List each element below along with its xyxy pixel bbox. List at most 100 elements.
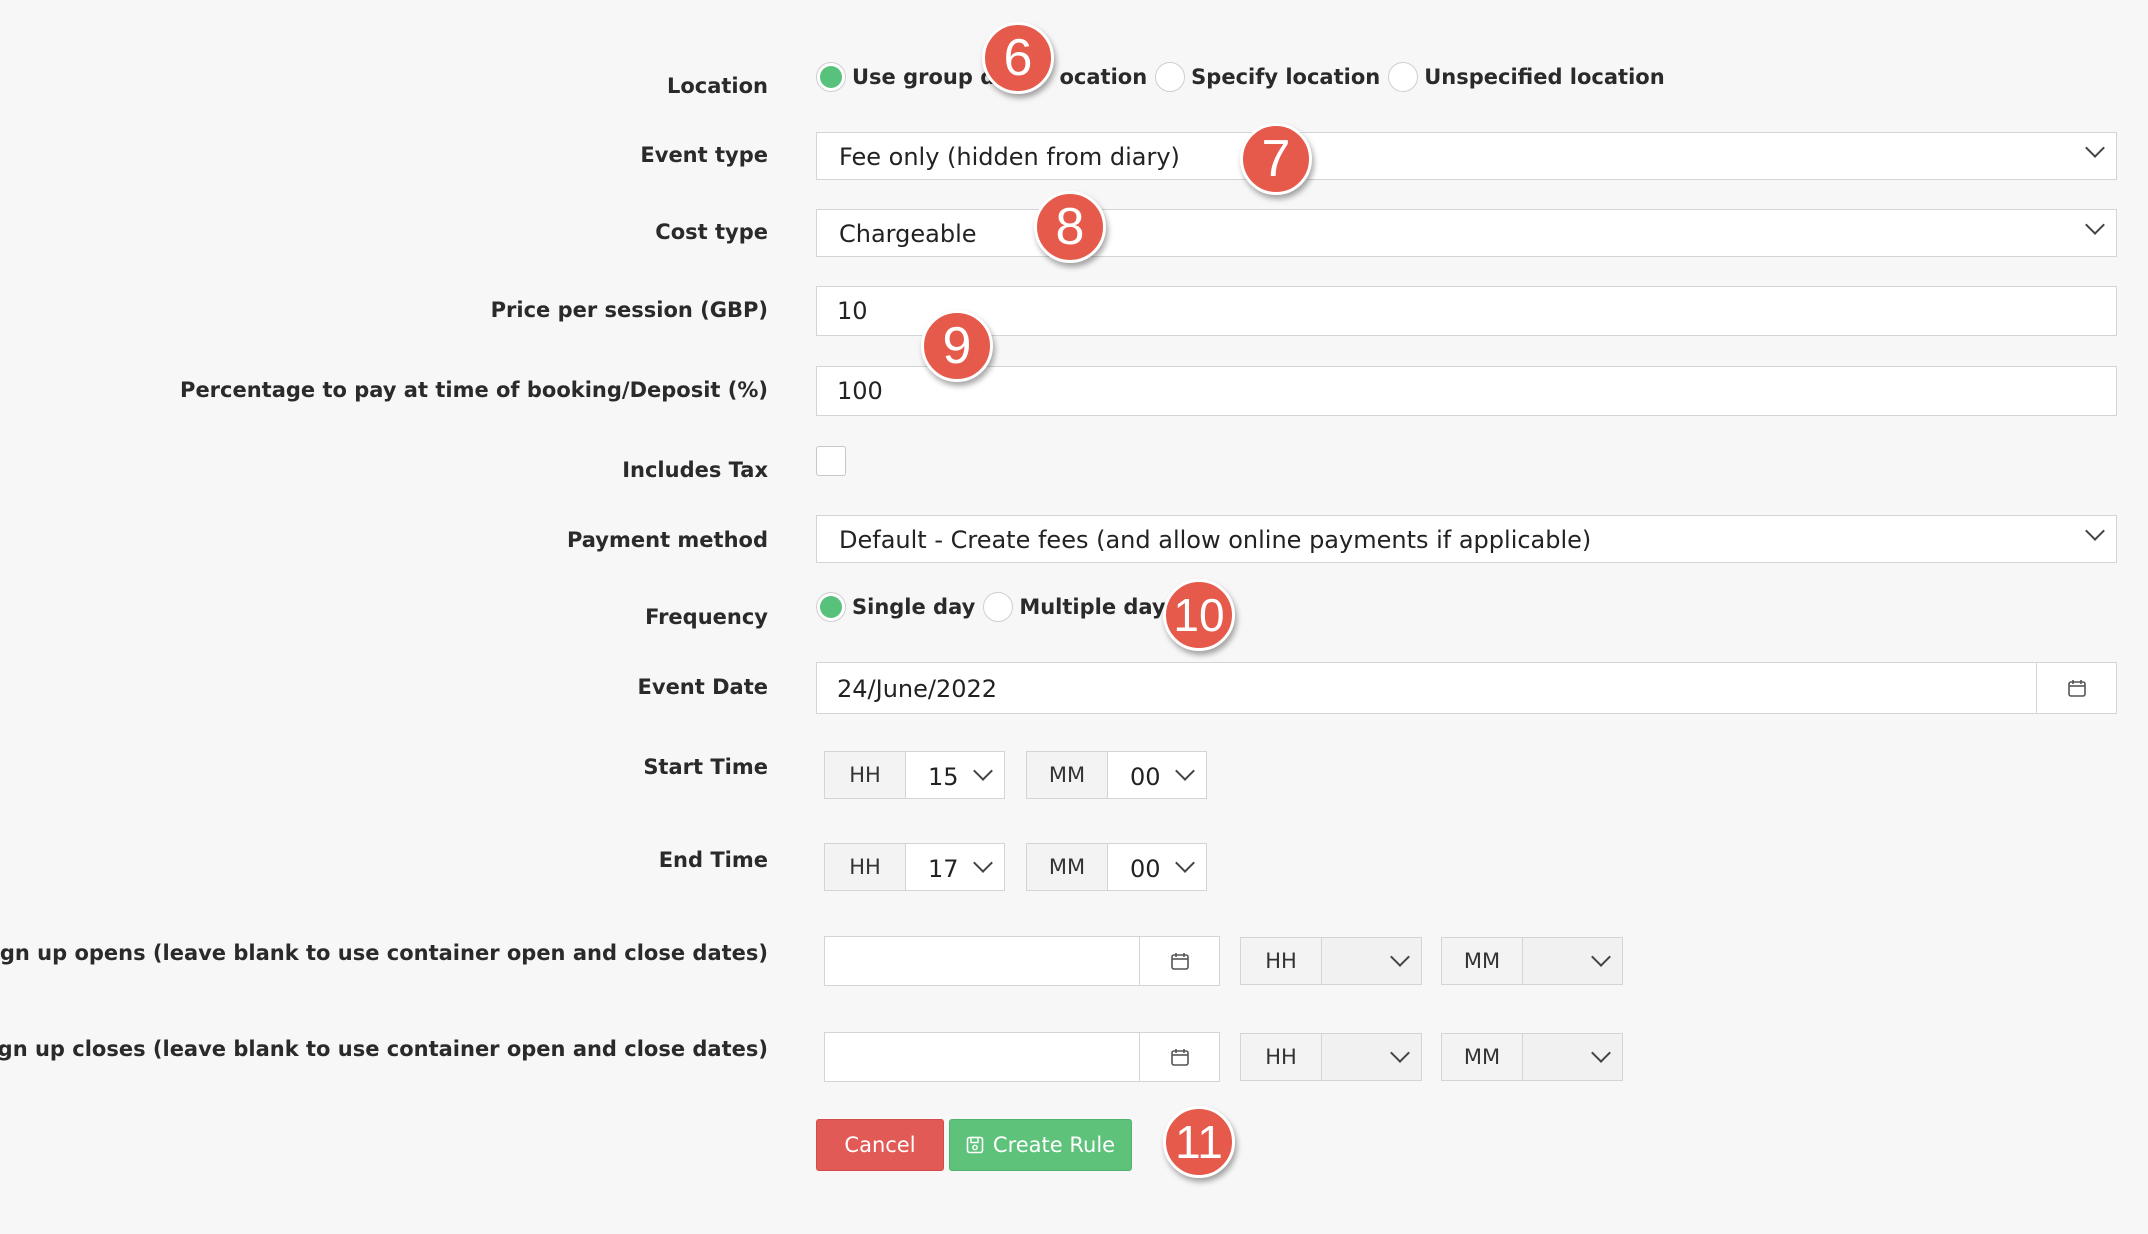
annotation-badge-11: 11 [1163,1106,1235,1178]
price-label: Price per session (GBP) [490,298,768,322]
event-date-value: 24/June/2022 [837,675,998,703]
signup-closes-hour-select[interactable] [1322,1034,1421,1080]
event-type-label: Event type [640,143,768,167]
annotation-badge-7: 7 [1240,123,1312,195]
chevron-down-icon [1591,1043,1611,1063]
percentage-input[interactable]: 100 [816,366,2117,416]
start-minute-value: 00 [1130,763,1161,791]
calendar-icon [2067,680,2086,697]
chevron-down-icon [1591,947,1611,967]
chevron-down-icon [973,761,993,781]
end-time-label: End Time [658,848,768,872]
end-minute-select[interactable]: 00 [1108,844,1206,890]
chevron-down-icon [1390,947,1410,967]
annotation-badge-10: 10 [1163,579,1235,651]
hour-prefix: HH [1241,938,1322,984]
chevron-down-icon [1175,853,1195,873]
calendar-icon [1170,1049,1189,1066]
chevron-down-icon [2085,138,2105,158]
frequency-label: Frequency [645,605,768,629]
signup-opens-date-input[interactable] [824,936,1220,986]
location-option-label: Unspecified location [1424,65,1665,89]
includes-tax-label: Includes Tax [622,458,768,482]
start-time-label: Start Time [643,755,768,779]
location-option-unspecified[interactable]: Unspecified location [1388,62,1665,92]
signup-closes-minute: MM [1441,1033,1623,1081]
event-date-label: Event Date [637,675,768,699]
cost-type-label: Cost type [655,220,768,244]
location-option-label-part2: ocation [1059,65,1148,89]
event-type-value: Fee only (hidden from diary) [839,143,1180,171]
chevron-down-icon [2085,521,2105,541]
signup-closes-label: Sign up closes (leave blank to use conta… [0,1037,768,1061]
radio-unselected[interactable] [1155,62,1186,92]
annotation-badge-8: 8 [1034,191,1106,263]
hour-prefix: HH [825,844,906,890]
location-radio-group: Use group de ocation Specify location Un… [816,62,1673,92]
start-minute-select[interactable]: 00 [1108,752,1206,798]
frequency-option-label: Multiple days [1019,595,1179,619]
location-label: Location [666,74,768,98]
hour-prefix: HH [1241,1034,1322,1080]
signup-opens-hour-select[interactable] [1322,938,1421,984]
create-rule-label: Create Rule [992,1133,1116,1157]
minute-prefix: MM [1027,752,1108,798]
hour-prefix: HH [825,752,906,798]
radio-unselected[interactable] [983,592,1014,622]
radio-selected[interactable] [816,62,846,92]
chevron-down-icon [1390,1043,1410,1063]
frequency-option-label: Single day [852,595,976,619]
signup-opens-minute: MM [1441,937,1623,985]
calendar-icon [1170,953,1189,970]
frequency-radio-group: Single day Multiple days [816,592,1186,622]
event-type-select[interactable]: Fee only (hidden from diary) [816,132,2117,180]
location-option-specify[interactable]: Specify location [1155,62,1380,92]
end-minute-value: 00 [1130,855,1161,883]
event-date-calendar-button[interactable] [2036,663,2116,713]
signup-closes-date-input[interactable] [824,1032,1220,1082]
start-hour-value: 15 [928,763,959,791]
percentage-label: Percentage to pay at time of booking/Dep… [180,378,768,402]
start-hour-select[interactable]: 15 [906,752,1004,798]
signup-opens-calendar-button[interactable] [1139,937,1219,985]
signup-closes-calendar-button[interactable] [1139,1033,1219,1081]
price-input[interactable]: 10 [816,286,2117,336]
frequency-option-single-day[interactable]: Single day [816,592,975,622]
save-icon [966,1136,984,1154]
minute-prefix: MM [1442,1034,1523,1080]
frequency-option-multiple-days[interactable]: Multiple days [983,592,1178,622]
payment-method-value: Default - Create fees (and allow online … [839,526,1592,554]
annotation-badge-9: 9 [921,310,993,382]
includes-tax-checkbox[interactable] [816,446,846,476]
signup-closes-hour: HH [1240,1033,1422,1081]
price-value: 10 [837,297,868,325]
chevron-down-icon [973,853,993,873]
payment-method-select[interactable]: Default - Create fees (and allow online … [816,515,2117,563]
end-time-minute: MM 00 [1026,843,1207,891]
signup-closes-minute-select[interactable] [1523,1034,1622,1080]
cost-type-value: Chargeable [839,220,977,248]
signup-opens-minute-select[interactable] [1523,938,1622,984]
annotation-badge-6: 6 [982,22,1054,94]
location-option-label: Specify location [1191,65,1381,89]
cost-type-select[interactable]: Chargeable [816,209,2117,257]
percentage-value: 100 [837,377,883,405]
end-hour-select[interactable]: 17 [906,844,1004,890]
signup-opens-hour: HH [1240,937,1422,985]
minute-prefix: MM [1027,844,1108,890]
start-time-hour: HH 15 [824,751,1005,799]
chevron-down-icon [2085,215,2105,235]
chevron-down-icon [1175,761,1195,781]
signup-opens-label: Sign up opens (leave blank to use contai… [0,941,768,965]
radio-selected[interactable] [816,592,846,622]
cancel-button[interactable]: Cancel [816,1119,944,1171]
location-option-group-default[interactable]: Use group de ocation [816,62,1147,92]
end-time-hour: HH 17 [824,843,1005,891]
radio-unselected[interactable] [1388,62,1419,92]
payment-method-label: Payment method [566,528,768,552]
start-time-minute: MM 00 [1026,751,1207,799]
end-hour-value: 17 [928,855,959,883]
event-date-input[interactable]: 24/June/2022 [816,662,2117,714]
create-rule-button[interactable]: Create Rule [949,1119,1132,1171]
minute-prefix: MM [1442,938,1523,984]
